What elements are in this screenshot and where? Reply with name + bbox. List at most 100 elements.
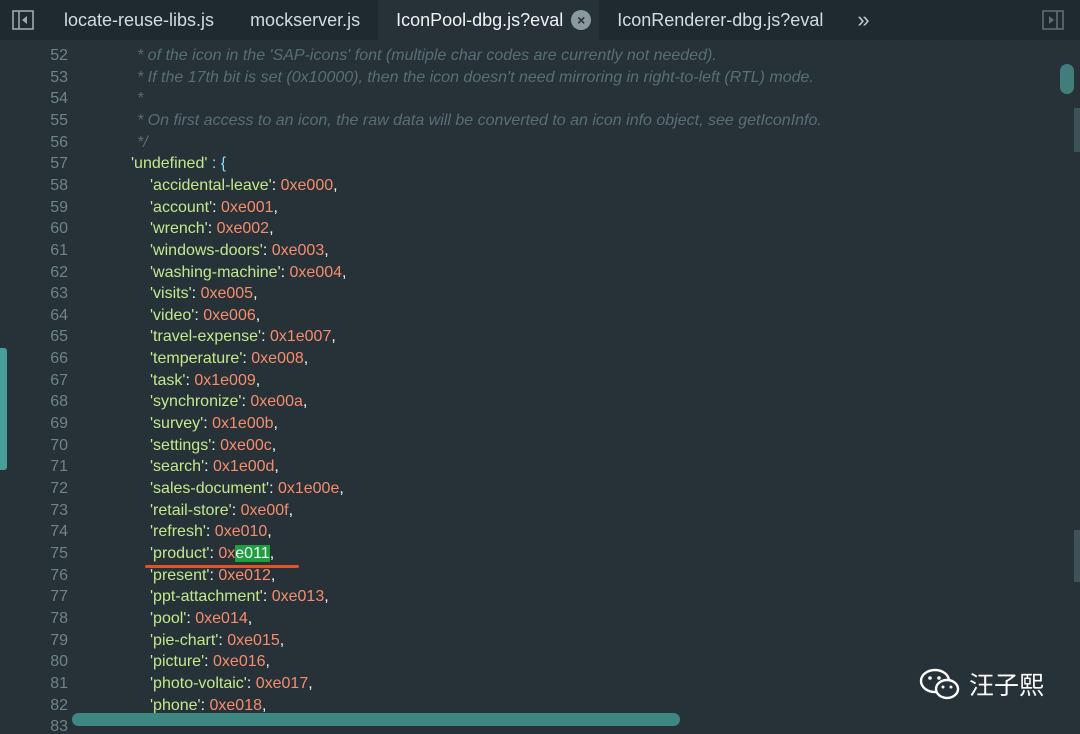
code-content: */ bbox=[137, 132, 148, 154]
close-icon[interactable]: × bbox=[571, 10, 592, 30]
line-number[interactable]: 77 bbox=[0, 586, 68, 608]
line-number[interactable]: 72 bbox=[0, 478, 68, 500]
tab-locate-reuse-libs[interactable]: locate-reuse-libs.js bbox=[46, 0, 232, 40]
line-number[interactable]: 71 bbox=[0, 456, 68, 478]
watermark-text: 汪子熙 bbox=[968, 672, 1044, 700]
line-number[interactable]: 54 bbox=[0, 88, 68, 110]
line-number[interactable]: 66 bbox=[0, 348, 68, 370]
code-content: 'account': 0xe001, bbox=[150, 197, 278, 219]
comma: , bbox=[273, 198, 278, 216]
code-content: 'refresh': 0xe010, bbox=[150, 521, 272, 543]
line-number[interactable]: 63 bbox=[0, 283, 68, 305]
line-number[interactable]: 57 bbox=[0, 153, 68, 175]
code-editor[interactable]: 52 * of the icon in the 'SAP-icons' font … bbox=[0, 40, 1080, 734]
left-panel-edge[interactable] bbox=[0, 348, 7, 470]
code-line: 72 'sales-document': 0x1e00e, bbox=[0, 478, 1080, 500]
code-line: 66 'temperature': 0xe008, bbox=[0, 348, 1080, 370]
line-number[interactable]: 58 bbox=[0, 175, 68, 197]
icon-code: 0x1e00e bbox=[277, 480, 340, 497]
icon-code: 0xe00f bbox=[240, 501, 289, 519]
code-content: 'travel-expense': 0x1e007, bbox=[150, 326, 336, 348]
icon-code: 0xe004 bbox=[289, 263, 343, 281]
colon: : bbox=[200, 696, 210, 714]
icon-name: 'task' bbox=[150, 371, 186, 389]
icon-code: 0xe00a bbox=[250, 393, 303, 411]
line-number[interactable]: 69 bbox=[0, 413, 68, 435]
code-content: 'search': 0x1e00d, bbox=[150, 456, 279, 478]
tab-mockserver[interactable]: mockserver.js bbox=[232, 0, 378, 40]
comma: , bbox=[302, 393, 308, 411]
code-content: * of the icon in the 'SAP-icons' font (m… bbox=[137, 45, 717, 67]
colon: : bbox=[204, 458, 214, 476]
colon: : bbox=[246, 674, 256, 692]
line-number[interactable]: 78 bbox=[0, 608, 68, 630]
comma: , bbox=[262, 696, 267, 714]
icon-code: 0x1e009 bbox=[194, 371, 256, 389]
code-content: 'windows-doors': 0xe003, bbox=[150, 240, 329, 262]
comma: , bbox=[253, 285, 258, 303]
icon-name: 'picture' bbox=[150, 653, 205, 671]
colon: : bbox=[205, 523, 215, 541]
code-content: 'accidental-leave': 0xe000, bbox=[150, 175, 338, 197]
code-line: 60 'wrench': 0xe002, bbox=[0, 218, 1080, 240]
line-number[interactable]: 76 bbox=[0, 565, 68, 587]
line-number[interactable]: 62 bbox=[0, 262, 68, 284]
line-number[interactable]: 75 bbox=[0, 543, 68, 565]
icon-name: 'travel-expense' bbox=[150, 328, 262, 346]
open-brace: { bbox=[220, 155, 227, 173]
toggle-debugger-button[interactable] bbox=[1042, 0, 1064, 40]
line-number[interactable]: 73 bbox=[0, 500, 68, 522]
code-line: 67 'task': 0x1e009, bbox=[0, 370, 1080, 392]
colon: : bbox=[212, 198, 222, 216]
horizontal-scrollbar-thumb[interactable] bbox=[72, 713, 680, 726]
line-number[interactable]: 67 bbox=[0, 370, 68, 392]
code-line: 61 'windows-doors': 0xe003, bbox=[0, 240, 1080, 262]
comma: , bbox=[308, 674, 313, 692]
comma: , bbox=[255, 306, 261, 324]
comma: , bbox=[324, 241, 329, 259]
code-line: 59 'account': 0xe001, bbox=[0, 197, 1080, 219]
colon: : bbox=[207, 155, 221, 173]
line-number[interactable]: 56 bbox=[0, 132, 68, 154]
line-number[interactable]: 83 bbox=[0, 716, 68, 734]
tab-bar: locate-reuse-libs.js mockserver.js IconP… bbox=[0, 0, 1080, 40]
icon-name: 'refresh' bbox=[150, 523, 206, 541]
comma: , bbox=[288, 501, 294, 519]
line-number[interactable]: 79 bbox=[0, 630, 68, 652]
line-number[interactable]: 59 bbox=[0, 197, 68, 219]
line-number[interactable]: 61 bbox=[0, 240, 68, 262]
tab-iconrenderer-dbg[interactable]: IconRenderer-dbg.js?eval bbox=[599, 0, 841, 40]
line-number[interactable]: 52 bbox=[0, 45, 68, 67]
code-content: 'retail-store': 0xe00f, bbox=[150, 500, 293, 522]
colon: : bbox=[204, 653, 214, 671]
line-number[interactable]: 74 bbox=[0, 521, 68, 543]
icon-code: 0xe001 bbox=[221, 198, 274, 216]
comma: , bbox=[271, 436, 277, 454]
icon-name: 'account' bbox=[150, 198, 213, 216]
code-line: 53 * If the 17th bit is set (0x10000), th… bbox=[0, 67, 1080, 89]
code-comment: */ bbox=[137, 133, 148, 151]
line-number[interactable]: 65 bbox=[0, 326, 68, 348]
line-number[interactable]: 70 bbox=[0, 435, 68, 457]
icon-name: 'phone' bbox=[150, 696, 201, 714]
comma: , bbox=[255, 371, 261, 389]
line-number[interactable]: 68 bbox=[0, 391, 68, 413]
tab-iconpool-dbg[interactable]: IconPool-dbg.js?eval × bbox=[378, 0, 600, 40]
colon: : bbox=[242, 350, 252, 368]
comma: , bbox=[342, 263, 347, 281]
line-number[interactable]: 82 bbox=[0, 695, 68, 717]
icon-code: 0xe002 bbox=[216, 220, 270, 238]
toggle-navigator-button[interactable] bbox=[0, 0, 46, 40]
line-number[interactable]: 60 bbox=[0, 218, 68, 240]
icon-name: 'product' bbox=[150, 544, 210, 562]
more-tabs-icon[interactable]: » bbox=[841, 0, 885, 40]
code-content: 'ppt-attachment': 0xe013, bbox=[150, 586, 329, 608]
line-number[interactable]: 80 bbox=[0, 651, 68, 673]
icon-code: 0xe012 bbox=[218, 566, 271, 584]
line-number[interactable]: 81 bbox=[0, 673, 68, 695]
vertical-scrollbar-thumb[interactable] bbox=[1060, 64, 1074, 94]
line-number[interactable]: 53 bbox=[0, 67, 68, 89]
line-number[interactable]: 64 bbox=[0, 305, 68, 327]
line-number[interactable]: 55 bbox=[0, 110, 68, 132]
comma: , bbox=[333, 176, 338, 194]
